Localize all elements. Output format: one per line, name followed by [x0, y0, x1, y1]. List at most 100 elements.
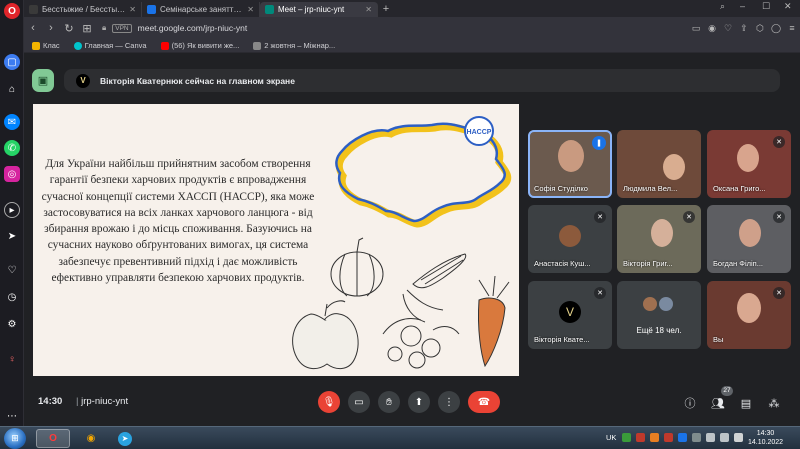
people-icon: 👥︎ — [711, 397, 725, 410]
more-vert-icon: ⋮ — [444, 396, 454, 408]
present-button[interactable]: ⬆ — [408, 391, 430, 413]
new-tab-button[interactable]: + — [378, 2, 394, 17]
instagram-icon[interactable]: ◎ — [4, 166, 20, 182]
screen: O ▢ ⌂ ✉ ✆ ◎ ▸ ➤ ♡ ◷ ⚙ ♀ ⋯ Бесстыжие / Бе… — [0, 0, 800, 449]
menu-icon[interactable]: ≡ — [784, 23, 800, 33]
close-icon[interactable]: ✕ — [365, 5, 372, 14]
presenting-banner: V Вікторія Кватернюк сейчас на главном э… — [64, 69, 780, 92]
close-icon[interactable]: ✕ — [247, 5, 254, 14]
chat-button[interactable]: ▤ — [738, 395, 754, 411]
bookmark-heart-icon[interactable]: ♡ — [720, 23, 736, 34]
reload-icon[interactable]: ↻ — [60, 22, 78, 35]
maximize-icon[interactable]: ☐ — [762, 1, 770, 12]
meeting-details-button[interactable]: ⓘ — [682, 395, 698, 411]
tomato-sketch — [382, 318, 460, 369]
close-icon[interactable]: ✕ — [129, 5, 136, 14]
vpn-badge[interactable]: VPN — [112, 23, 132, 33]
search-tabs-icon[interactable]: ⌕ — [720, 1, 725, 12]
tray-app-icon[interactable] — [636, 433, 645, 442]
activities-icon: ⁂ — [768, 397, 780, 410]
bookmark-youtube[interactable]: (56) Як вивити же... — [160, 41, 239, 50]
system-clock[interactable]: 14:30 14.10.2022 — [748, 429, 783, 447]
opera-logo-icon[interactable]: O — [4, 3, 20, 19]
clock-time: 14:30 — [756, 430, 775, 437]
forward-icon[interactable]: › — [42, 22, 60, 34]
tray-app-icon[interactable] — [650, 433, 659, 442]
self-view-tile[interactable]: ✕ Вы — [707, 281, 791, 349]
url-field[interactable]: 🔒︎ VPN meet.google.com/jrp-niuc-ynt — [102, 20, 682, 36]
more-participants-tile[interactable]: Ещё 18 чел. — [617, 281, 701, 349]
video-icon[interactable]: ▭ — [688, 23, 704, 34]
bookmarks-bar: Клас Главная — Canva (56) Як вивити же..… — [24, 39, 800, 53]
participant-tile[interactable]: ✕ Вікторія Григ... — [617, 205, 701, 273]
avatar — [643, 297, 657, 311]
leave-call-button[interactable]: ☎︎ — [468, 391, 500, 413]
video-feed — [739, 219, 761, 247]
tray-app-icon[interactable] — [692, 433, 701, 442]
tab-label: Семінарське заняття №2 Т — [160, 5, 243, 14]
taskbar-browser[interactable]: ◉ — [74, 429, 108, 448]
speed-dial-icon[interactable]: ▢ — [4, 54, 20, 70]
whatsapp-icon[interactable]: ✆ — [4, 140, 20, 156]
camera-icon[interactable]: ◉ — [704, 23, 720, 34]
tab-meet[interactable]: Meet – jrp-niuc-ynt ✕ — [260, 2, 378, 17]
home-icon[interactable]: ⌂ — [4, 81, 20, 97]
back-icon[interactable]: ‹ — [24, 22, 42, 34]
camera-toggle-button[interactable]: ▭ — [348, 391, 370, 413]
people-button[interactable]: 👥︎ — [710, 395, 726, 411]
messenger-icon[interactable]: ✉ — [4, 114, 20, 130]
video-feed — [558, 140, 584, 172]
address-bar-row: ‹ › ↻ ⊞ 🔒︎ VPN meet.google.com/jrp-niuc-… — [24, 17, 800, 39]
flag-icon[interactable] — [734, 433, 743, 442]
haccp-seal-icon: HACCP — [464, 116, 494, 146]
participant-name: Вікторія Григ... — [623, 259, 673, 268]
taskbar-telegram[interactable]: ➤ — [108, 429, 142, 448]
bookmark-klas[interactable]: Клас — [32, 41, 60, 50]
classroom-icon — [32, 41, 40, 50]
send-icon[interactable]: ➤ — [4, 228, 20, 244]
lock-icon: 🔒︎ — [102, 23, 107, 32]
tab-bestyzhie[interactable]: Бесстыжие / Бесстыдники ✕ — [24, 2, 142, 17]
bookmark-oct2[interactable]: 2 жовтня – Міжнар... — [253, 41, 335, 50]
tab-seminar[interactable]: Семінарське заняття №2 Т ✕ — [142, 2, 260, 17]
participant-tile[interactable]: ✕ Богдан Філіп... — [707, 205, 791, 273]
language-indicator[interactable]: UK — [606, 433, 616, 442]
minimize-icon[interactable]: – — [740, 1, 745, 11]
bookmark-canva[interactable]: Главная — Canva — [73, 41, 147, 50]
share-icon[interactable]: ⇪ — [736, 23, 752, 34]
window-close-icon[interactable]: ✕ — [784, 1, 792, 12]
start-button[interactable]: ⊞ — [4, 428, 26, 449]
mic-toggle-button[interactable]: 🎙︎ — [318, 391, 340, 413]
volume-icon[interactable] — [720, 433, 729, 442]
tabs-grid-icon[interactable]: ⊞ — [78, 22, 96, 35]
participant-tile[interactable]: ✕ Оксана Григо... — [707, 130, 791, 198]
heart-icon[interactable]: ♡ — [4, 262, 20, 278]
tab-label: Бесстыжие / Бесстыдники — [42, 5, 126, 14]
player-icon[interactable]: ▸ — [4, 202, 20, 218]
participant-tile[interactable]: V ✕ Вікторія Квате... — [528, 281, 612, 349]
more-options-button[interactable]: ⋮ — [438, 391, 460, 413]
mic-off-icon: ✕ — [594, 211, 606, 223]
presentation-pin-icon[interactable]: ▣ — [32, 69, 54, 92]
account-icon[interactable]: ◯ — [768, 23, 784, 34]
participant-tile[interactable]: Людмила Вел... — [617, 130, 701, 198]
presenter-avatar: V — [76, 73, 90, 88]
activities-button[interactable]: ⁂ — [766, 395, 782, 411]
tray-app-icon[interactable] — [678, 433, 687, 442]
participant-tile[interactable]: ✕ Анастасія Куш... — [528, 205, 612, 273]
raise-hand-button[interactable]: ✋︎ — [378, 391, 400, 413]
participant-name: Вы — [713, 335, 724, 344]
network-icon[interactable] — [706, 433, 715, 442]
pin-icon[interactable]: ♀ — [4, 351, 20, 367]
more-icon[interactable]: ⋯ — [4, 408, 20, 424]
mic-off-icon: ✕ — [594, 287, 606, 299]
taskbar-opera[interactable]: O — [36, 429, 70, 448]
tab-favicon-icon — [147, 5, 156, 14]
tray-app-icon[interactable] — [622, 433, 631, 442]
history-icon[interactable]: ◷ — [4, 289, 20, 305]
tray-app-icon[interactable] — [664, 433, 673, 442]
extensions-icon[interactable]: ⬡ — [752, 23, 768, 34]
participant-tile[interactable]: ❚ Софія Студілко — [528, 130, 612, 198]
info-icon: ⓘ — [684, 398, 696, 410]
settings-icon[interactable]: ⚙ — [4, 316, 20, 332]
